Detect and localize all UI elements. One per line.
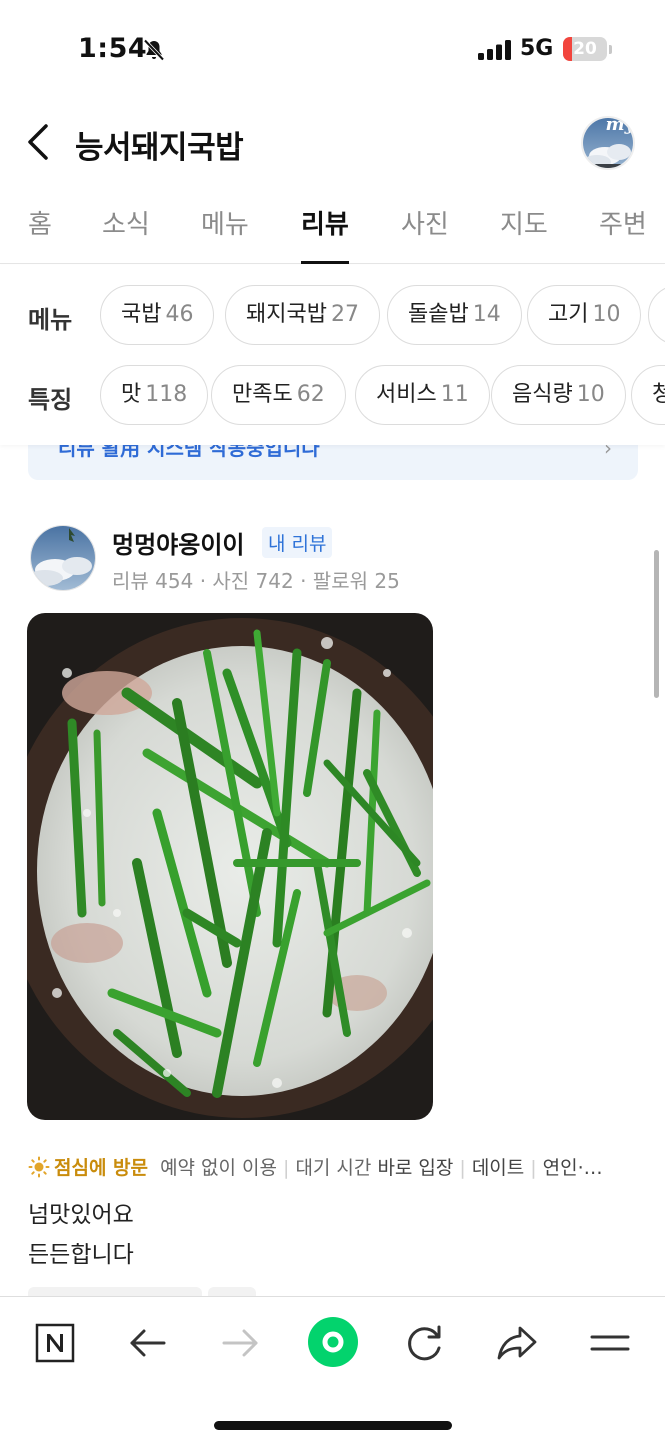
menu-icon[interactable] — [582, 1315, 638, 1371]
menu-chip[interactable]: 국밥 46 — [100, 285, 215, 345]
chip-name: 서비스 — [376, 382, 437, 407]
divider: | — [530, 1157, 537, 1179]
chip-name: 청 — [652, 382, 665, 407]
review-line: 든든합니다 — [28, 1242, 134, 1268]
menu-chip[interactable]: 돌솥밥 14 — [387, 285, 522, 345]
page-title: 능서돼지국밥 — [75, 130, 244, 166]
my-profile-avatar[interactable]: my — [581, 116, 635, 170]
battery-tip — [609, 45, 612, 54]
menu-chip[interactable]: 돼지국밥 27 — [225, 285, 380, 345]
battery-level: 20 — [573, 39, 597, 59]
chip-name: 음식량 — [512, 382, 573, 407]
home-indicator[interactable] — [214, 1421, 452, 1430]
feature-chip[interactable]: 서비스 11 — [355, 365, 490, 425]
signal-icon — [478, 40, 511, 60]
feature-chip[interactable]: 만족도 62 — [211, 365, 346, 425]
back-chevron-icon[interactable] — [22, 120, 58, 164]
chip-count: 46 — [165, 302, 194, 327]
chip-count: 14 — [472, 302, 501, 327]
gukbap-photo-image — [27, 613, 433, 1120]
review-photo[interactable] — [27, 613, 433, 1120]
my-review-badge: 내 리뷰 — [262, 527, 333, 558]
divider: | — [459, 1157, 466, 1179]
visit-time: 점심에 방문 — [54, 1157, 149, 1179]
review-body[interactable]: 넘맛있어요 든든합니다 — [28, 1195, 134, 1275]
chip-name: 맛 — [121, 382, 142, 407]
menu-filter-row: 메뉴 국밥 46 돼지국밥 27 돌솥밥 14 고기 10 — [0, 285, 665, 347]
chip-count: 118 — [145, 382, 188, 407]
refresh-icon[interactable] — [396, 1315, 452, 1371]
share-icon[interactable] — [489, 1315, 545, 1371]
chip-count: 10 — [592, 302, 621, 327]
tab-bar: 홈 소식 메뉴 리뷰 사진 지도 주변 — [0, 190, 665, 264]
chip-name: 고기 — [548, 302, 589, 327]
visit-purpose: 데이트 — [471, 1157, 525, 1179]
browser-toolbar — [0, 1296, 665, 1440]
chip-name: 만족도 — [232, 382, 293, 407]
visit-reservation: 예약 없이 이용 — [160, 1157, 278, 1179]
author-avatar[interactable] — [30, 525, 96, 591]
review-filters: 메뉴 국밥 46 돼지국밥 27 돌솥밥 14 고기 10 특징 맛 118 만족도 62 … — [0, 265, 665, 445]
feature-filter-row: 특징 맛 118 만족도 62 서비스 11 음식량 10 청 — [0, 365, 665, 427]
menu-filter-label: 메뉴 — [28, 306, 73, 334]
network-label: 5G — [520, 36, 554, 61]
bell-slash-icon — [143, 39, 165, 61]
author-name[interactable]: 멍멍야옹이이 — [112, 525, 244, 560]
tab-reviews[interactable]: 리뷰 — [301, 204, 349, 264]
avatar-caption: my — [605, 116, 635, 135]
visit-wait-value: 바로 입장 — [377, 1157, 454, 1179]
tab-map[interactable]: 지도 — [500, 204, 548, 264]
chip-count: 11 — [440, 382, 469, 407]
naver-n-icon[interactable] — [27, 1315, 83, 1371]
review-line: 넘맛있어요 — [28, 1202, 134, 1228]
sun-icon — [28, 1156, 50, 1178]
back-arrow-icon[interactable] — [120, 1315, 176, 1371]
chip-count: 10 — [576, 382, 605, 407]
tab-menu[interactable]: 메뉴 — [201, 204, 249, 264]
tab-nearby[interactable]: 주변 — [599, 204, 647, 264]
divider: | — [283, 1157, 290, 1179]
chip-name: 국밥 — [121, 302, 162, 327]
place-header: 능서돼지국밥 my — [0, 100, 665, 190]
visit-companion: 연인·… — [542, 1157, 603, 1179]
chip-name: 돌솥밥 — [408, 302, 469, 327]
scroll-indicator[interactable] — [654, 550, 659, 698]
feature-chip[interactable]: 맛 118 — [100, 365, 209, 425]
chip-name: 돼지국밥 — [246, 302, 327, 327]
feature-chip[interactable]: 청 — [631, 365, 665, 425]
chip-count: 62 — [296, 382, 325, 407]
status-bar: 1:54 5G 20 — [0, 0, 665, 100]
feature-chip[interactable]: 음식량 10 — [491, 365, 626, 425]
green-dot-icon[interactable] — [304, 1313, 362, 1371]
visit-info: 점심에 방문 예약 없이 이용 | 대기 시간 바로 입장 | 데이트 | 연인·… — [28, 1153, 638, 1180]
sky-avatar-image — [31, 526, 95, 590]
menu-chip-more[interactable] — [648, 285, 665, 345]
battery-icon: 20 — [563, 37, 607, 61]
author-stats: 리뷰 454 · 사진 742 · 팔로워 25 — [112, 569, 400, 593]
status-time: 1:54 — [78, 33, 148, 64]
forward-arrow-icon[interactable] — [212, 1315, 268, 1371]
chip-count: 27 — [330, 302, 359, 327]
tab-home[interactable]: 홈 — [28, 204, 52, 264]
menu-chip[interactable]: 고기 10 — [527, 285, 642, 345]
feature-filter-label: 특징 — [28, 386, 73, 414]
visit-wait-label: 대기 시간 — [295, 1157, 378, 1179]
tab-news[interactable]: 소식 — [102, 204, 150, 264]
tab-photos[interactable]: 사진 — [401, 204, 449, 264]
